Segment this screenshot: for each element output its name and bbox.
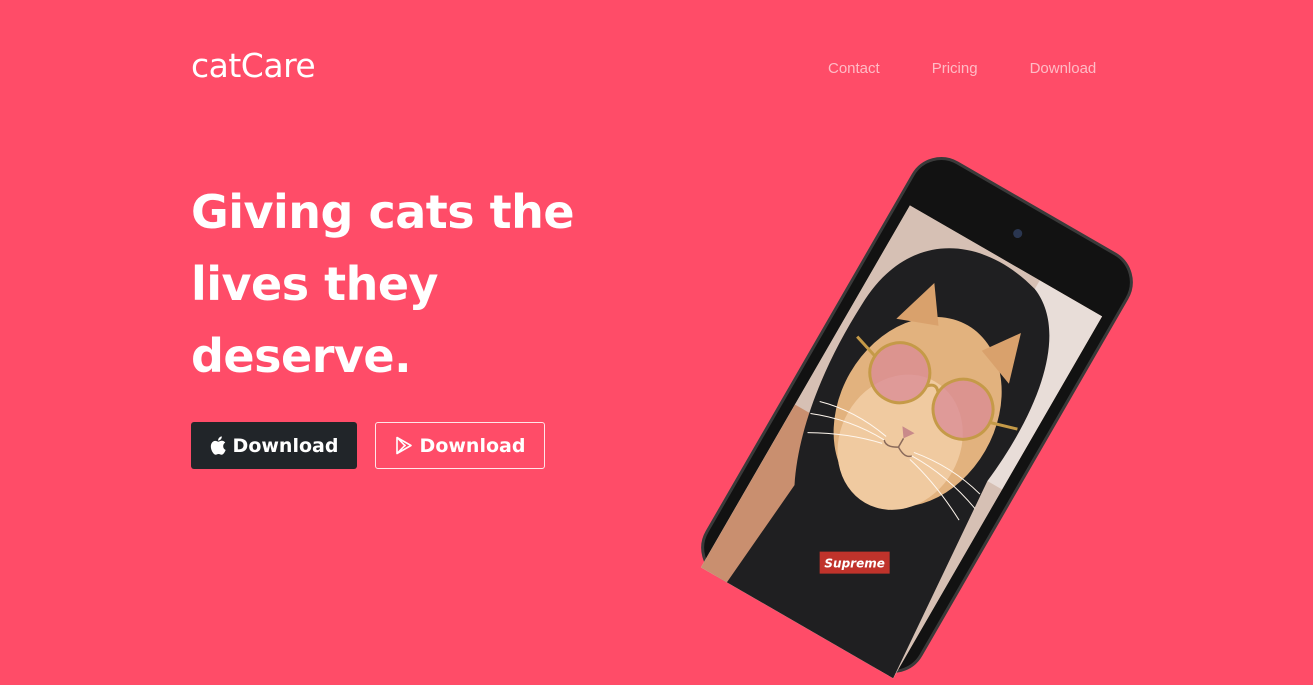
nav-contact[interactable]: Contact <box>828 60 880 77</box>
nav-pricing[interactable]: Pricing <box>932 60 978 77</box>
apple-download-button[interactable]: Download <box>191 422 357 469</box>
hero-line-2: lives they <box>191 257 439 311</box>
hoodie-logo-text: Supreme <box>824 557 884 571</box>
google-play-icon <box>395 436 412 455</box>
nav-download[interactable]: Download <box>1030 60 1097 77</box>
top-nav: Contact Pricing Download <box>828 60 1096 77</box>
phone-mockup: Supreme <box>688 144 1146 685</box>
apple-download-label: Download <box>232 434 339 457</box>
hero-line-3: deserve. <box>191 329 412 383</box>
brand-logo[interactable]: catCare <box>191 46 316 85</box>
play-download-label: Download <box>419 434 526 457</box>
hero-headline: Giving cats the lives they deserve. <box>191 176 631 392</box>
hero-line-1: Giving cats the <box>191 185 575 239</box>
apple-icon <box>210 436 226 455</box>
google-play-download-button[interactable]: Download <box>375 422 545 469</box>
